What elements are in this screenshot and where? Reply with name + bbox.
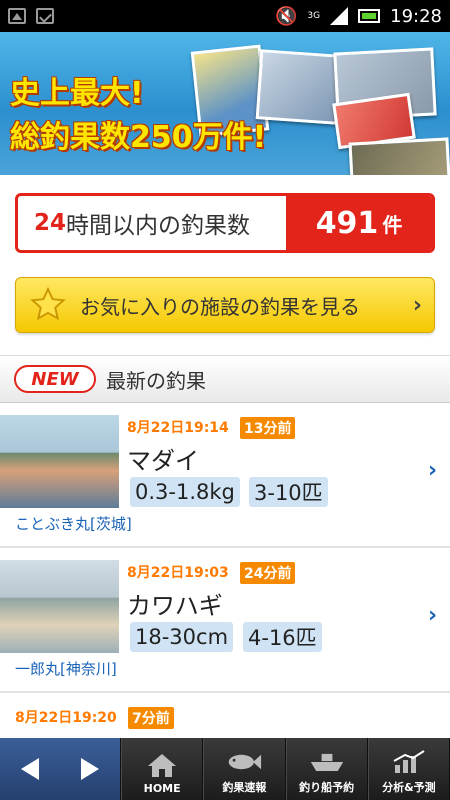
home-icon [144, 752, 180, 778]
favorite-facilities-label: お気に入りの施設の釣果を見る [80, 294, 360, 319]
catch-count-chip: 3-10匹 [249, 477, 328, 507]
catch-ago-badge: 24分前 [240, 562, 296, 584]
fish-icon [226, 749, 262, 775]
chevron-right-icon: › [428, 458, 438, 483]
banner-headline: 史上最大! [10, 76, 144, 111]
catch-list: 8月22日19:14 13分前 マダイ 0.3-1.8kg 3-10匹 ことぶき… [0, 403, 450, 753]
chevron-right-icon: › [412, 292, 422, 318]
nav-catch-report-label: 釣果速報 [222, 781, 267, 794]
nav-boat-reservation[interactable]: 釣り船予約 [285, 738, 368, 800]
catch-species: カワハギ [127, 592, 223, 620]
count-number: 491 [315, 205, 379, 241]
catch-photo [0, 560, 119, 653]
chevron-right-icon: › [428, 603, 438, 628]
back-arrow-icon[interactable] [21, 758, 39, 780]
banner-subheadline: 総釣果数250万件! [10, 120, 267, 155]
catch-count-value: 491 件 [286, 196, 432, 250]
count-hours: 24 [34, 210, 67, 236]
catch-ago-badge: 13分前 [240, 417, 296, 439]
count-label-text: 時間以内の釣果数 [66, 213, 251, 239]
nav-boat-reservation-label: 釣り船予約 [299, 781, 355, 794]
battery-icon [358, 9, 381, 23]
network-type: 3G [307, 10, 321, 21]
catch-species: マダイ [127, 447, 199, 475]
latest-catches-header: NEW 最新の釣果 [0, 355, 450, 403]
nav-home-label: HOME [143, 782, 181, 795]
count-unit: 件 [382, 212, 403, 237]
boat-icon [309, 749, 345, 775]
catch-boat-link[interactable]: ことぶき丸[茨城] [15, 513, 132, 534]
catch-item[interactable]: 8月22日19:14 13分前 マダイ 0.3-1.8kg 3-10匹 ことぶき… [0, 403, 450, 548]
catch-ago-badge: 7分前 [128, 707, 174, 729]
nav-home[interactable]: HOME [121, 738, 204, 800]
mute-icon: 🔇 [275, 5, 298, 27]
catch-time: 8月22日19:03 [127, 565, 229, 581]
chart-icon [391, 749, 427, 775]
catch-time: 8月22日19:20 [15, 710, 117, 726]
nav-analysis[interactable]: 分析&予測 [367, 738, 450, 800]
status-bar: 🔇 3G 19:28 [0, 0, 450, 32]
star-icon [28, 285, 68, 325]
history-nav [0, 738, 121, 800]
clock: 19:28 [390, 5, 442, 27]
forward-arrow-icon[interactable] [81, 758, 99, 780]
section-title: 最新の釣果 [106, 368, 206, 393]
catch-size-chip: 0.3-1.8kg [130, 477, 240, 507]
gallery-notification-icon [8, 8, 26, 24]
catch-photo [0, 415, 119, 508]
download-done-notification-icon [36, 8, 54, 24]
catch-count-box[interactable]: 24 時間以内の釣果数 491 件 [15, 193, 435, 253]
banner-photo [255, 49, 343, 125]
nav-catch-report[interactable]: 釣果速報 [203, 738, 286, 800]
banner-photo [348, 137, 450, 175]
catch-item[interactable]: 8月22日19:03 24分前 カワハギ 18-30cm 4-16匹 一郎丸[神… [0, 548, 450, 693]
catch-time: 8月22日19:14 [127, 420, 229, 436]
catch-boat-link[interactable]: 一郎丸[神奈川] [15, 658, 117, 679]
bottom-nav: HOME 釣果速報 釣り船予約 分析&予測 [0, 738, 450, 800]
new-badge: NEW [14, 365, 96, 393]
favorite-facilities-button[interactable]: お気に入りの施設の釣果を見る › [15, 277, 435, 333]
catch-count-label: 24 時間以内の釣果数 [18, 196, 286, 250]
catch-size-chip: 18-30cm [130, 622, 234, 652]
signal-icon [330, 7, 349, 25]
promo-banner[interactable]: 史上最大! 総釣果数250万件! [0, 32, 450, 175]
nav-analysis-label: 分析&予測 [382, 781, 436, 794]
catch-count-chip: 4-16匹 [243, 622, 322, 652]
